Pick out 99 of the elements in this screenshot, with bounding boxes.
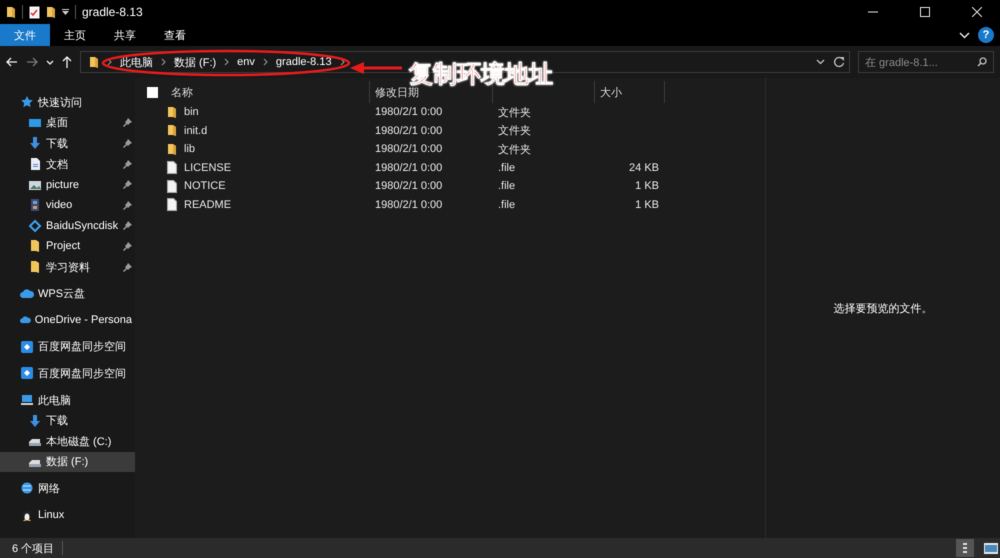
sidebar-item[interactable]: 本地磁盘 (C:): [0, 430, 135, 452]
maximize-icon: [920, 7, 930, 17]
sidebar-item[interactable]: 数据 (F:): [0, 452, 135, 472]
file-name[interactable]: LICENSE: [184, 162, 232, 174]
table-cell-text: 1980/2/1 0:00: [374, 143, 444, 156]
folder-icon: [167, 142, 177, 156]
ribbon-tab[interactable]: 共享: [100, 24, 150, 46]
document-icon: [28, 157, 42, 172]
chevron-icon: [107, 58, 112, 66]
forward-icon[interactable]: [26, 57, 38, 67]
search-field[interactable]: 在 gradle-8.1...: [858, 51, 994, 73]
table-cell-text: 1980/2/1 0:00: [374, 180, 444, 192]
table-cell-text: 文件夹: [497, 124, 532, 138]
sidebar-item[interactable]: BaiduSyncdisk: [0, 216, 135, 236]
sidebar-item[interactable]: OneDrive - Persona: [0, 310, 135, 331]
sidebar-item[interactable]: Project: [0, 236, 135, 257]
globe-icon: [20, 481, 34, 496]
refresh-icon[interactable]: [833, 56, 845, 68]
column-header[interactable]: 名称: [171, 84, 193, 100]
table-cell-text: 1980/2/1 0:00: [374, 124, 444, 137]
close-icon: [972, 7, 982, 17]
file-name[interactable]: lib: [184, 143, 196, 156]
preview-message: 选择要预览的文件。: [834, 302, 932, 316]
sidebar-item[interactable]: picture: [0, 174, 135, 195]
chevron-icon: [262, 58, 268, 66]
table-cell-text: .file: [497, 162, 516, 174]
chevron-icon: [161, 58, 166, 66]
ribbon-tab[interactable]: 文件: [0, 24, 50, 46]
computer-icon: [20, 393, 34, 408]
table-cell-text: 1980/2/1 0:00: [374, 198, 444, 211]
table-cell-text: .file: [497, 180, 516, 192]
film-icon: [28, 198, 42, 212]
sidebar-item[interactable]: video: [0, 194, 135, 216]
table-cell: 1 KB: [635, 180, 659, 192]
sidebar-item[interactable]: 网络: [0, 478, 135, 499]
new-folder-icon: [46, 6, 56, 18]
breadcrumb[interactable]: env: [237, 56, 255, 68]
sidebar-item[interactable]: Linux: [0, 504, 135, 526]
file-name[interactable]: README: [184, 198, 232, 211]
item-count: 6 个项目: [12, 542, 54, 556]
sidebar-item[interactable]: 下载: [0, 133, 135, 154]
cloud-icon: [20, 286, 34, 301]
folder-icon: [28, 260, 42, 274]
dropdown-icon[interactable]: [816, 59, 825, 65]
window-title: gradle-8.13: [82, 5, 143, 19]
download-arrow-icon: [28, 136, 42, 150]
ribbon-tab[interactable]: 查看: [150, 24, 200, 46]
breadcrumb[interactable]: gradle-8.13: [276, 56, 332, 68]
breadcrumb[interactable]: 此电脑: [120, 54, 153, 70]
folder-icon: [89, 56, 99, 68]
details-view-icon: [961, 542, 969, 554]
sidebar-item[interactable]: 快速访问: [0, 92, 135, 113]
column-header[interactable]: 大小: [600, 84, 622, 100]
table-cell-text: 1980/2/1 0:00: [374, 106, 444, 118]
sidebar-item[interactable]: 学习资料: [0, 256, 135, 278]
sidebar-item[interactable]: 此电脑: [0, 390, 135, 410]
chevron-icon: [224, 58, 230, 66]
search-icon: [977, 57, 987, 67]
expand-ribbon-icon[interactable]: [959, 32, 970, 39]
table-cell-text: .file: [497, 198, 516, 211]
recent-locations-icon[interactable]: [46, 60, 54, 64]
breadcrumb[interactable]: 数据 (F:): [174, 54, 216, 70]
diamond-icon: [28, 218, 42, 233]
download-arrow-icon: [28, 414, 42, 428]
dropdown-caret-icon[interactable]: [62, 9, 69, 15]
sidebar-item[interactable]: 下载: [0, 410, 135, 431]
chevron-icon: [340, 58, 345, 66]
sync-app-icon: [20, 340, 34, 354]
file-icon: [167, 198, 177, 212]
annotation-arrow: [350, 62, 402, 74]
view-button[interactable]: [956, 539, 974, 557]
large-icons-view-icon: [984, 542, 998, 554]
table-cell-text: 文件夹: [497, 142, 532, 157]
select-all-checkbox[interactable]: [147, 86, 158, 98]
sidebar-item[interactable]: 文档: [0, 154, 135, 174]
up-icon[interactable]: [62, 56, 72, 68]
sidebar-item[interactable]: 桌面: [0, 112, 135, 134]
file-icon: [167, 161, 177, 174]
file-name[interactable]: NOTICE: [184, 180, 226, 192]
sidebar-item[interactable]: WPS云盘: [0, 283, 135, 304]
sync-app-icon: [20, 366, 34, 380]
folder-icon: [167, 106, 177, 119]
sidebar-item[interactable]: 百度网盘同步空间: [0, 363, 135, 384]
back-icon[interactable]: [6, 57, 18, 67]
table-cell: 24 KB: [629, 162, 659, 174]
table-cell: 1 KB: [635, 198, 659, 211]
folder-icon: [28, 239, 42, 254]
file-name[interactable]: bin: [184, 106, 199, 118]
folder-icon: [6, 6, 16, 18]
table-cell-text: 文件夹: [497, 106, 532, 120]
properties-icon[interactable]: [29, 6, 40, 18]
ribbon-tab[interactable]: 主页: [50, 24, 100, 46]
star-icon: [20, 95, 34, 110]
folder-icon: [167, 124, 177, 138]
help-button[interactable]: ?: [978, 27, 994, 43]
file-icon: [167, 180, 177, 193]
file-name[interactable]: init.d: [184, 124, 208, 137]
table-cell-text: 1980/2/1 0:00: [374, 162, 444, 174]
sidebar-item[interactable]: 百度网盘同步空间: [0, 336, 135, 358]
